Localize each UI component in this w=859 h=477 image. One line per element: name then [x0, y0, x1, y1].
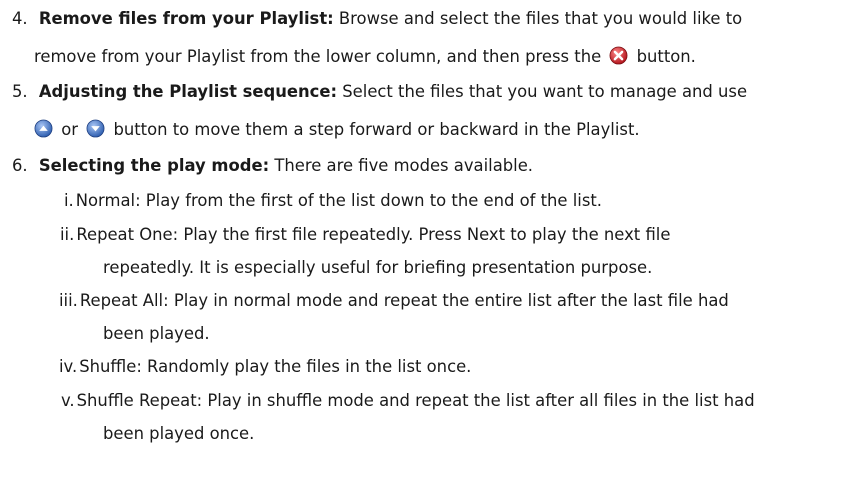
mode-text: Repeat All: Play in normal mode and repe… [79, 291, 729, 310]
item-text: button to move them a step forward or ba… [113, 120, 640, 139]
item-text: button. [636, 47, 696, 66]
remove-x-icon [609, 46, 628, 65]
item-heading: Remove files from your Playlist: [38, 9, 334, 28]
item-number: 4. [12, 9, 28, 28]
mode-item: ii. Repeat One: Play the first file repea… [60, 225, 670, 245]
item-number: 6. [12, 156, 28, 175]
item-4-line1: 4. Remove files from your Playlist: Brow… [12, 9, 742, 29]
mode-item: v. Shuffle Repeat: Play in shuffle mode a… [61, 391, 755, 411]
mode-item-continuation: been played once. [103, 424, 255, 443]
item-6-line1: 6. Selecting the play mode: There are fi… [12, 156, 533, 176]
item-4-line2: remove from your Playlist from the lower… [34, 46, 696, 67]
mode-numeral: v. [61, 391, 75, 410]
item-5-line2: or button to move them a step forward or… [34, 119, 640, 140]
item-heading: Adjusting the Playlist sequence: [38, 82, 338, 101]
mode-numeral: iii. [59, 291, 78, 310]
mode-numeral: i. [64, 191, 74, 210]
mode-item: i. Normal: Play from the first of the lis… [64, 191, 602, 211]
mode-text: Repeat One: Play the first file repeated… [76, 225, 671, 244]
mode-item-continuation: repeatedly. It is especially useful for … [103, 258, 653, 277]
item-number: 5. [12, 82, 28, 101]
item-text: There are five modes available. [269, 156, 533, 175]
item-text: Select the files that you want to manage… [337, 82, 748, 101]
mode-item-continuation: been played. [103, 324, 210, 343]
item-5-line1: 5. Adjusting the Playlist sequence: Sele… [12, 82, 747, 102]
or-text: or [61, 120, 78, 139]
move-down-icon [86, 119, 105, 138]
mode-text: Shuffle: Randomly play the files in the … [79, 357, 472, 376]
mode-text: Normal: Play from the first of the list … [75, 191, 602, 210]
mode-item: iii. Repeat All: Play in normal mode and … [59, 291, 729, 311]
mode-numeral: ii. [60, 225, 75, 244]
item-text: Browse and select the files that you wou… [333, 9, 743, 28]
mode-numeral: iv. [59, 357, 78, 376]
move-up-icon [34, 119, 53, 138]
mode-item: iv. Shuffle: Randomly play the files in t… [59, 357, 471, 377]
mode-text: Shuffle Repeat: Play in shuffle mode and… [76, 391, 755, 410]
item-text: remove from your Playlist from the lower… [34, 47, 602, 66]
item-heading: Selecting the play mode: [38, 156, 270, 175]
